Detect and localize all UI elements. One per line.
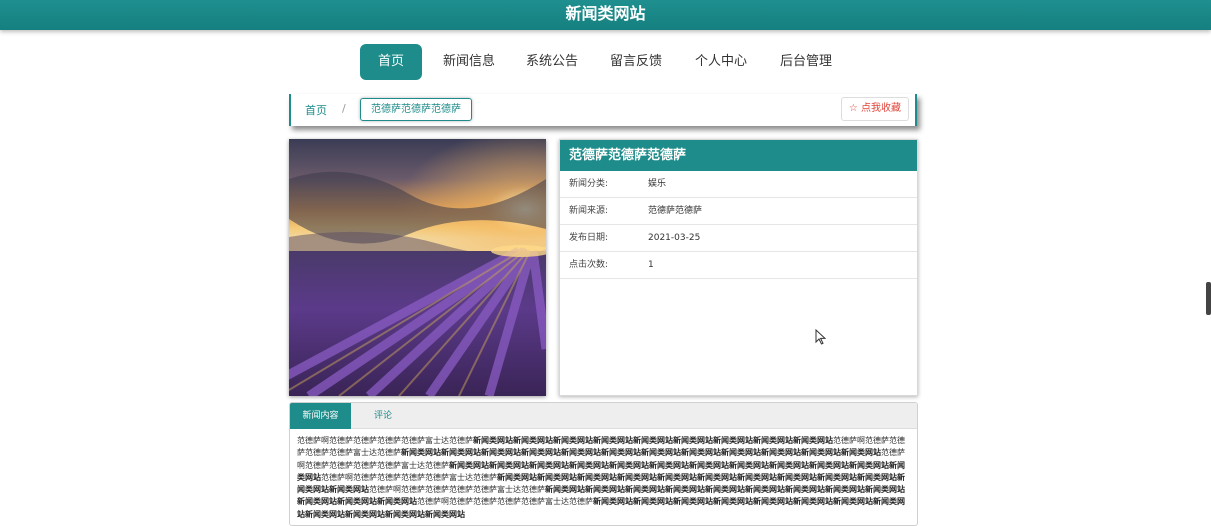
info-value: 1 xyxy=(648,260,654,270)
tab-news-content[interactable]: 新闻内容 xyxy=(290,403,351,429)
site-header: 新闻类网站 xyxy=(0,0,1211,30)
info-value: 范德萨范德萨 xyxy=(648,206,703,216)
info-label: 发布日期: xyxy=(569,233,609,243)
favorite-button[interactable]: ☆ 点我收藏 xyxy=(840,97,909,121)
info-label: 新闻分类: xyxy=(569,179,609,189)
tab-comments[interactable]: 评论 xyxy=(374,403,392,429)
article-lead: 范德萨啊范德萨范德萨范德萨范德萨富士达范德萨 xyxy=(321,472,497,482)
main-nav: 首页 新闻信息 系统公告 留言反馈 个人中心 后台管理 xyxy=(0,44,1211,80)
info-row-date: 发布日期: 2021-03-25 xyxy=(560,225,917,252)
breadcrumb-current: 范德萨范德萨范德萨 xyxy=(360,98,472,121)
info-row-source: 新闻来源: 范德萨范德萨 xyxy=(560,198,917,225)
lavender-field-image xyxy=(289,139,546,396)
news-image xyxy=(289,139,546,396)
article-lead: 范德萨啊范德萨范德萨范德萨范德萨富士达范德萨 xyxy=(417,497,593,507)
info-row-clicks: 点击次数: 1 xyxy=(560,252,917,279)
info-row-category: 新闻分类: 娱乐 xyxy=(560,171,917,198)
breadcrumb-home-link[interactable]: 首页 xyxy=(305,102,327,118)
news-title: 范德萨范德萨范德萨 xyxy=(560,140,917,171)
star-outline-icon: ☆ xyxy=(848,103,858,114)
nav-item-announcements[interactable]: 系统公告 xyxy=(519,44,585,80)
nav-item-home[interactable]: 首页 xyxy=(360,44,422,80)
breadcrumb-separator: / xyxy=(342,102,346,115)
article-lead: 范德萨啊范德萨范德萨范德萨范德萨富士达范德萨 xyxy=(297,436,473,445)
article-lead: 范德萨啊范德萨范德萨范德萨范德萨富士达范德萨 xyxy=(369,485,545,495)
breadcrumb: 首页 / 范德萨范德萨范德萨 ☆ 点我收藏 xyxy=(289,94,917,126)
info-label: 点击次数: xyxy=(569,260,609,270)
nav-item-admin[interactable]: 后台管理 xyxy=(773,44,839,80)
nav-item-news[interactable]: 新闻信息 xyxy=(436,44,502,80)
nav-item-feedback[interactable]: 留言反馈 xyxy=(603,44,669,80)
nav-item-user-center[interactable]: 个人中心 xyxy=(688,44,754,80)
mouse-cursor-icon xyxy=(815,329,827,345)
article-body: 范德萨啊范德萨范德萨范德萨范德萨富士达范德萨新闻类网站新闻类网站新闻类网站新闻类… xyxy=(290,429,917,525)
info-label: 新闻来源: xyxy=(569,206,609,216)
info-value: 娱乐 xyxy=(648,179,667,189)
scrollbar-thumb[interactable] xyxy=(1206,282,1211,315)
tab-bar: 新闻内容 评论 xyxy=(290,403,917,429)
article-bold-text: 新闻类网站新闻类网站新闻类网站新闻类网站新闻类网站新闻类网站新闻类网站新闻类网站… xyxy=(473,436,833,445)
news-info-panel: 范德萨范德萨范德萨 新闻分类: 娱乐 新闻来源: 范德萨范德萨 发布日期: 20… xyxy=(559,139,918,396)
site-title: 新闻类网站 xyxy=(565,4,646,23)
article-bold-text: 新闻类网站新闻类网站新闻类网站新闻类网站新闻类网站新闻类网站新闻类网站新闻类网站… xyxy=(401,448,881,458)
info-value: 2021-03-25 xyxy=(648,233,701,243)
news-tabs: 新闻内容 评论 范德萨啊范德萨范德萨范德萨范德萨富士达范德萨新闻类网站新闻类网站… xyxy=(289,402,918,526)
favorite-label: 点我收藏 xyxy=(861,103,901,114)
